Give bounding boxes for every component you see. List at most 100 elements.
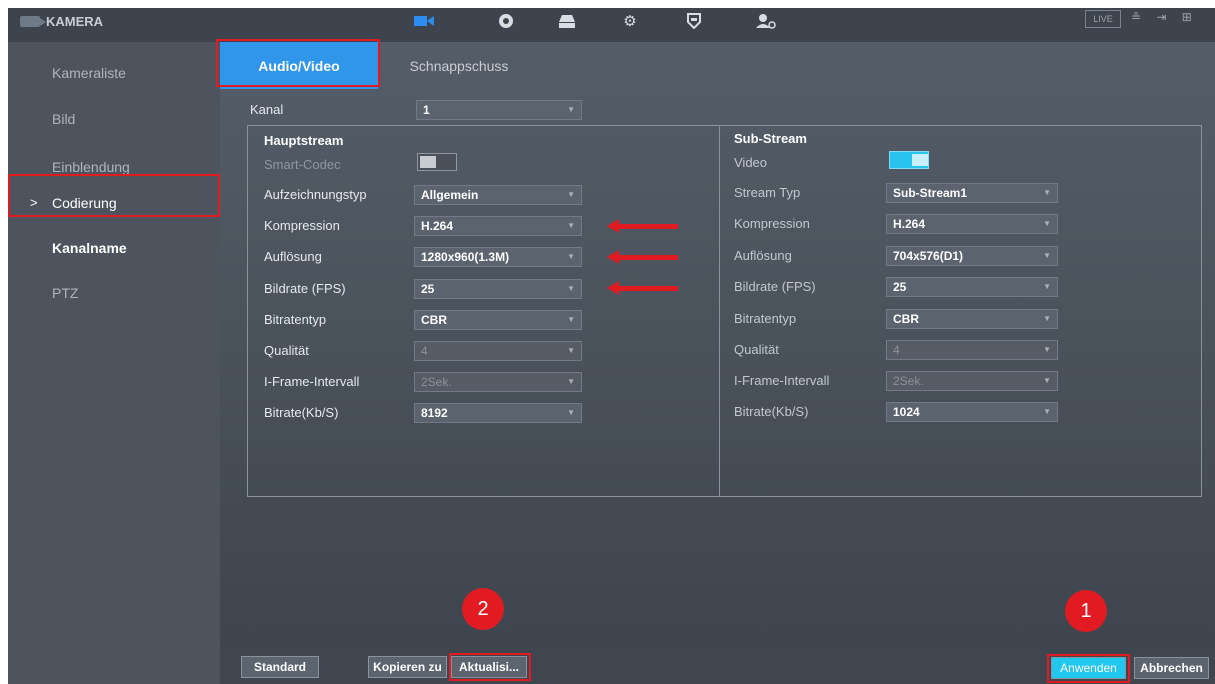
main-compression-select[interactable]: H.264 ▼: [414, 216, 582, 236]
app-title-text: KAMERA: [46, 14, 104, 29]
sub-field-label: Qualität: [734, 342, 779, 357]
standard-button[interactable]: Standard: [241, 656, 319, 678]
chevron-down-icon: ▼: [1043, 219, 1051, 228]
select-value: Allgemein: [421, 188, 479, 202]
main-iframe-select: 2Sek. ▼: [414, 372, 582, 392]
sidebar-item-kanalname[interactable]: Kanalname: [8, 230, 220, 266]
camera-icon: [20, 16, 46, 27]
sub-compression-select[interactable]: H.264 ▼: [886, 214, 1058, 234]
sub-bitrate-select[interactable]: 1024 ▼: [886, 402, 1058, 422]
security-icon[interactable]: [683, 10, 705, 32]
tab-schnappschuss[interactable]: Schnappschuss: [384, 42, 534, 89]
chevron-down-icon: ▼: [567, 105, 575, 114]
apply-highlight: [1047, 654, 1130, 683]
top-bar: KAMERA ⚙ LIVE ≗ ⇥ ⊞: [8, 8, 1215, 42]
main-field-label: Bildrate (FPS): [264, 281, 346, 296]
chevron-down-icon: ▼: [1043, 314, 1051, 323]
sub-resolution-select[interactable]: 704x576(D1) ▼: [886, 246, 1058, 266]
chevron-down-icon: ▼: [567, 346, 575, 355]
system-icon[interactable]: ⚙: [619, 10, 641, 32]
annotation-badge-1: 1: [1065, 590, 1107, 632]
storage-icon[interactable]: [556, 10, 578, 32]
chevron-down-icon: ▼: [1043, 188, 1051, 197]
app-title: KAMERA: [20, 14, 103, 29]
main-field-label: Auflösung: [264, 249, 322, 264]
channel-value: 1: [423, 103, 430, 117]
sub-quality-select: 4 ▼: [886, 340, 1058, 360]
cancel-button[interactable]: Abbrechen: [1134, 657, 1209, 679]
main-framerate-select[interactable]: 25 ▼: [414, 279, 582, 299]
dvr-screen: KAMERA ⚙ LIVE ≗ ⇥ ⊞ Kameraliste Bild Ein…: [8, 8, 1215, 684]
video-toggle[interactable]: [889, 151, 929, 169]
annotation-arrow: [607, 281, 678, 295]
main-record-type-select[interactable]: Allgemein ▼: [414, 185, 582, 205]
chevron-down-icon: ▼: [1043, 407, 1051, 416]
settings-panel: [247, 125, 1202, 497]
main-field-label: Qualität: [264, 343, 309, 358]
sidebar-item-bild[interactable]: Bild: [8, 101, 220, 137]
chevron-down-icon: ▼: [567, 252, 575, 261]
select-value: 704x576(D1): [893, 249, 964, 263]
main-bitrate-type-select[interactable]: CBR ▼: [414, 310, 582, 330]
main-resolution-select[interactable]: 1280x960(1.3M) ▼: [414, 247, 582, 267]
sub-bitrate-type-select[interactable]: CBR ▼: [886, 309, 1058, 329]
channel-select[interactable]: 1 ▼: [416, 100, 582, 120]
sub-field-label: Bitrate(Kb/S): [734, 404, 809, 419]
smart-codec-label: Smart-Codec: [264, 157, 341, 172]
chevron-down-icon: ▼: [567, 315, 575, 324]
sub-field-label: Auflösung: [734, 248, 792, 263]
live-button[interactable]: LIVE: [1085, 10, 1121, 28]
main-field-label: Bitratentyp: [264, 312, 327, 327]
chevron-down-icon: ▼: [1043, 376, 1051, 385]
select-value: CBR: [893, 312, 919, 326]
main-stream-title: Hauptstream: [264, 133, 344, 148]
sidebar-item-kameraliste[interactable]: Kameraliste: [8, 55, 220, 91]
annotation-arrow: [607, 250, 678, 264]
select-value: 8192: [421, 406, 448, 420]
account-icon[interactable]: [755, 10, 777, 32]
select-value: 1024: [893, 405, 920, 419]
chevron-down-icon: ▼: [1043, 282, 1051, 291]
main-field-label: I-Frame-Intervall: [264, 374, 360, 389]
select-value: H.264: [421, 219, 454, 233]
copy-to-button[interactable]: Kopieren zu: [368, 656, 447, 678]
sub-field-label: Bildrate (FPS): [734, 279, 816, 294]
status-icons[interactable]: ≗ ⇥ ⊞: [1131, 10, 1198, 24]
codierung-highlight: [8, 174, 220, 217]
main-quality-select: 4 ▼: [414, 341, 582, 361]
smart-codec-toggle[interactable]: [417, 153, 457, 171]
panel-divider: [719, 125, 720, 497]
refresh-highlight: [449, 653, 531, 681]
main-bitrate-select[interactable]: 8192 ▼: [414, 403, 582, 423]
camera-icon[interactable]: [413, 10, 435, 32]
chevron-down-icon: ▼: [567, 377, 575, 386]
select-value: 4: [893, 343, 900, 357]
select-value: 1280x960(1.3M): [421, 250, 510, 264]
select-value: 25: [421, 282, 435, 296]
sub-framerate-select[interactable]: 25 ▼: [886, 277, 1058, 297]
sub-field-label: I-Frame-Intervall: [734, 373, 830, 388]
network-icon[interactable]: [495, 10, 517, 32]
annotation-badge-2: 2: [462, 588, 504, 630]
chevron-down-icon: ▼: [567, 284, 575, 293]
main-field-label: Aufzeichnungstyp: [264, 187, 367, 202]
sub-field-label: Bitratentyp: [734, 311, 797, 326]
chevron-down-icon: ▼: [567, 190, 575, 199]
chevron-down-icon: ▼: [567, 408, 575, 417]
chevron-down-icon: ▼: [567, 221, 575, 230]
tab-highlight: [216, 39, 380, 87]
annotation-arrow: [607, 219, 678, 233]
select-value: 4: [421, 344, 428, 358]
sub-stream-type-select[interactable]: Sub-Stream1 ▼: [886, 183, 1058, 203]
select-value: 2Sek.: [421, 375, 452, 389]
sub-field-label: Kompression: [734, 216, 810, 231]
main-field-label: Kompression: [264, 218, 340, 233]
select-value: CBR: [421, 313, 447, 327]
channel-label: Kanal: [250, 102, 284, 117]
chevron-down-icon: ▼: [1043, 345, 1051, 354]
select-value: H.264: [893, 217, 926, 231]
sidebar-item-ptz[interactable]: PTZ: [8, 275, 220, 311]
main-field-label: Bitrate(Kb/S): [264, 405, 339, 420]
sub-stream-title: Sub-Stream: [734, 131, 807, 146]
sub-iframe-select: 2Sek. ▼: [886, 371, 1058, 391]
